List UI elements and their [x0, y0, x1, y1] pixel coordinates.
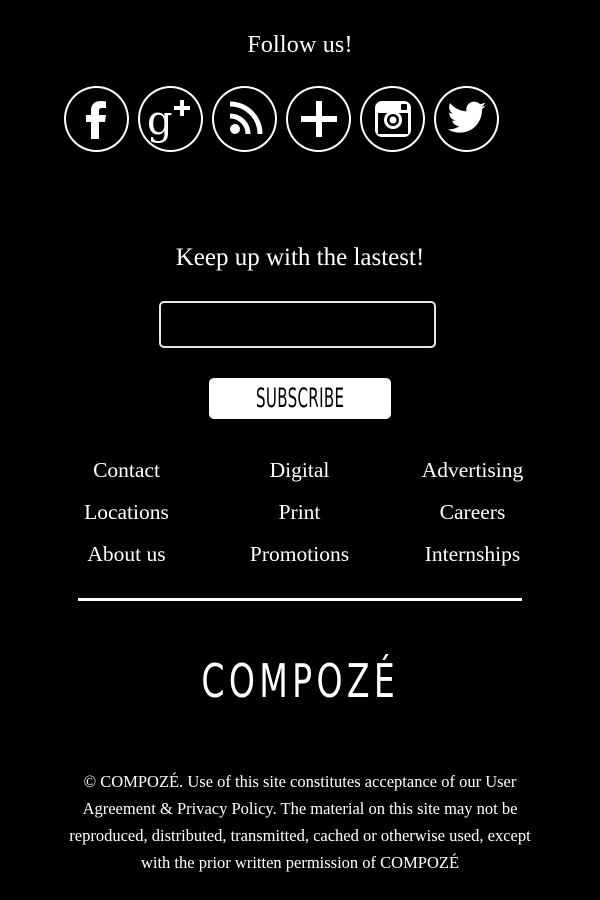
svg-text:g: g — [147, 98, 173, 144]
link-contact[interactable]: Contact — [40, 455, 213, 485]
add-button[interactable] — [286, 86, 351, 152]
follow-us-heading: Follow us! — [247, 32, 353, 58]
footer-links: Contact Digital Advertising Locations Pr… — [40, 455, 560, 569]
instagram-button[interactable] — [360, 86, 425, 152]
newsletter-heading: Keep up with the lastest! — [175, 244, 425, 271]
link-about-us[interactable]: About us — [40, 539, 213, 569]
instagram-icon — [374, 101, 411, 137]
rss-icon — [229, 101, 262, 135]
subscribe-label: SUBSCRIBE — [255, 383, 345, 414]
link-careers[interactable]: Careers — [386, 497, 559, 527]
link-locations[interactable]: Locations — [40, 497, 213, 527]
link-digital[interactable]: Digital — [213, 455, 386, 485]
brand-name: COMPOZÉ — [201, 654, 399, 708]
facebook-icon — [85, 101, 106, 139]
footer-divider — [78, 598, 522, 601]
social-links: g — [64, 86, 499, 152]
brand-logo[interactable]: COMPOZÉ — [0, 654, 600, 708]
email-input[interactable] — [159, 301, 436, 348]
facebook-button[interactable] — [64, 86, 129, 152]
google-plus-icon: g — [147, 98, 190, 144]
link-promotions[interactable]: Promotions — [213, 539, 386, 569]
twitter-icon — [447, 101, 486, 133]
google-plus-button[interactable]: g — [138, 86, 203, 152]
twitter-button[interactable] — [434, 86, 499, 152]
subscribe-button[interactable]: SUBSCRIBE — [209, 378, 391, 419]
link-internships[interactable]: Internships — [386, 539, 559, 569]
plus-icon — [300, 101, 337, 137]
link-advertising[interactable]: Advertising — [386, 455, 559, 485]
rss-button[interactable] — [212, 86, 277, 152]
link-print[interactable]: Print — [213, 497, 386, 527]
copyright-text: © COMPOZÉ. Use of this site constitutes … — [69, 772, 531, 872]
